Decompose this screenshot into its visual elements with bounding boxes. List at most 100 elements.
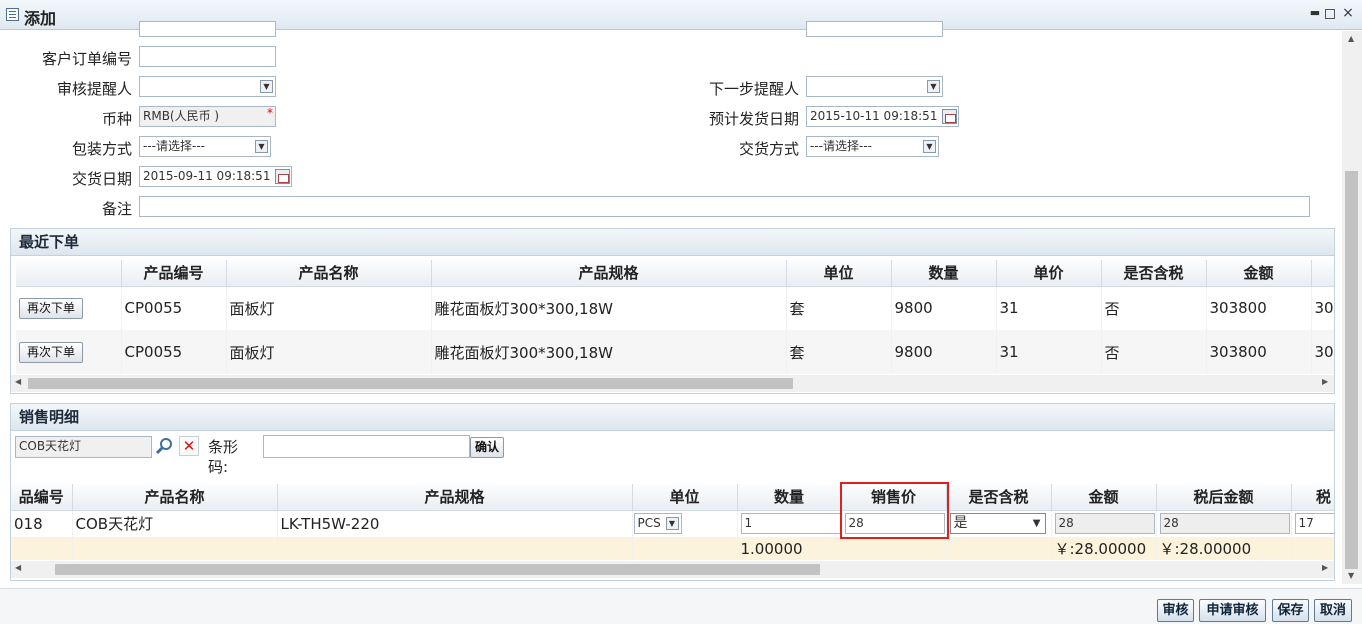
product-search-input[interactable]: COB天花灯	[15, 436, 152, 458]
minimize-icon[interactable]: ▬	[1308, 6, 1322, 20]
sales-hscrollbar[interactable]: ◀ ▶	[11, 561, 1334, 578]
column-header[interactable]: 数量	[891, 260, 997, 287]
save-button[interactable]: 保存	[1272, 599, 1309, 622]
cancel-button[interactable]: 取消	[1314, 599, 1352, 622]
summary-qty: 1.00000	[737, 537, 842, 560]
cell-unit: 套	[786, 286, 892, 330]
barcode-input[interactable]	[263, 435, 470, 458]
est-ship-label: 预计发货日期	[708, 110, 799, 128]
cust-order-input[interactable]	[139, 46, 276, 67]
column-header[interactable]: 单价	[996, 260, 1102, 287]
after-tax-field: 28	[1159, 513, 1290, 535]
calendar-icon[interactable]	[942, 109, 957, 124]
cell-extra: 30	[1311, 286, 1334, 330]
recent-orders-grid: 产品编号 产品名称 产品规格 单位 数量 单价 是否含税 金额 再次下单 CP0…	[16, 260, 1334, 375]
column-header[interactable]: 单位	[786, 260, 892, 287]
scroll-thumb[interactable]	[1345, 171, 1358, 569]
cell-price: 31	[996, 330, 1102, 374]
chevron-down-icon[interactable]: ▼	[255, 140, 268, 153]
delivery-date-input[interactable]: 2015-09-11 09:18:51	[139, 166, 292, 187]
column-header[interactable]: 产品名称	[226, 260, 432, 287]
column-header[interactable]: 税后金额	[1156, 484, 1292, 511]
scroll-right-icon[interactable]: ▶	[1322, 377, 1328, 386]
tax-select[interactable]: 是 ▼	[949, 513, 1046, 535]
table-header-row: 品编号 产品名称 产品规格 单位 数量 销售价 是否含税 金额 税后金额 税	[11, 484, 1334, 511]
recent-hscrollbar[interactable]: ◀ ▶	[11, 375, 1334, 392]
column-header[interactable]: 金额	[1051, 484, 1157, 511]
scroll-right-icon[interactable]: ▶	[1322, 563, 1328, 572]
cell-tax: 否	[1101, 330, 1207, 374]
clear-icon[interactable]: ✕	[179, 436, 199, 456]
chevron-down-icon[interactable]: ▼	[923, 140, 936, 153]
column-header[interactable]: 是否含税	[946, 484, 1052, 511]
column-header[interactable]: 数量	[737, 484, 842, 511]
qty-input[interactable]: 1	[740, 513, 840, 535]
recent-orders-table: 产品编号 产品名称 产品规格 单位 数量 单价 是否含税 金额 再次下单 CP0…	[16, 260, 1334, 374]
scroll-up-icon[interactable]: ▲	[1348, 34, 1354, 43]
packing-label: 包装方式	[71, 140, 132, 158]
action-bar: 审核 申请审核 保存 取消	[0, 588, 1362, 624]
amount-field: 28	[1054, 513, 1155, 535]
scroll-thumb[interactable]	[55, 564, 820, 575]
est-ship-input[interactable]: 2015-10-11 09:18:51	[806, 106, 959, 127]
reorder-button[interactable]: 再次下单	[19, 341, 84, 363]
scroll-down-icon[interactable]: ▼	[1348, 571, 1354, 580]
column-header[interactable]: 产品名称	[72, 484, 278, 511]
tax-rate-input[interactable]: 17	[1294, 513, 1334, 535]
apply-review-button[interactable]: 申请审核	[1199, 599, 1266, 622]
currency-field[interactable]: RMB(人民币 ) *	[139, 106, 276, 127]
table-row[interactable]: 再次下单 CP0055 面板灯 雕花面板灯300*300,18W 套 9800 …	[16, 330, 1334, 374]
cell-name: COB天花灯	[72, 510, 278, 537]
restore-icon[interactable]	[1325, 9, 1335, 19]
next-reminder-select[interactable]: ▼	[806, 76, 943, 97]
unit-select[interactable]: PCS ▼	[633, 513, 682, 535]
delivery-method-value: ---请选择---	[810, 139, 872, 153]
page-vscrollbar[interactable]: ▲ ▼	[1342, 31, 1362, 584]
recent-orders-title: 最近下单	[11, 229, 1334, 256]
chevron-down-icon[interactable]: ▼	[665, 517, 679, 531]
sales-detail-title: 销售明细	[11, 404, 1334, 431]
price-highlight-box	[840, 482, 949, 539]
window-title: 添加	[24, 9, 57, 28]
reorder-button[interactable]: 再次下单	[19, 297, 84, 319]
clipped-top-field[interactable]	[139, 21, 276, 37]
confirm-button[interactable]: 确认	[470, 437, 505, 458]
column-header[interactable]: 产品编号	[121, 260, 227, 287]
delivery-method-select[interactable]: ---请选择--- ▼	[806, 136, 939, 157]
search-icon[interactable]	[155, 436, 175, 456]
column-header[interactable]: 单位	[632, 484, 738, 511]
cell-spec: 雕花面板灯300*300,18W	[431, 330, 787, 374]
scroll-left-icon[interactable]: ◀	[15, 563, 21, 572]
cell-name: 面板灯	[226, 330, 432, 374]
summary-after-tax: ￥:28.00000	[1156, 537, 1292, 560]
chevron-down-icon[interactable]: ▼	[260, 80, 273, 93]
reviewer-select[interactable]: ▼	[139, 76, 276, 97]
packing-select[interactable]: ---请选择--- ▼	[139, 136, 271, 157]
est-ship-value: 2015-10-11 09:18:51	[810, 109, 938, 123]
delivery-date-label: 交货日期	[71, 170, 132, 188]
currency-value: RMB(人民币 )	[143, 109, 220, 123]
table-row[interactable]: 再次下单 CP0055 面板灯 雕花面板灯300*300,18W 套 9800 …	[16, 286, 1334, 330]
column-header[interactable]: 金额	[1206, 260, 1312, 287]
calendar-icon[interactable]	[275, 169, 290, 184]
chevron-down-icon[interactable]: ▼	[927, 80, 940, 93]
cell-price: 31	[996, 286, 1102, 330]
review-button[interactable]: 审核	[1157, 599, 1194, 622]
column-header[interactable]: 品编号	[11, 484, 73, 511]
column-header[interactable]: 产品规格	[431, 260, 787, 287]
column-header[interactable]: 是否含税	[1101, 260, 1207, 287]
cust-order-label: 客户订单编号	[41, 50, 132, 68]
table-row[interactable]: 018 COB天花灯 LK-TH5W-220 PCS ▼ 1 28 是 ▼ 28 2…	[11, 510, 1334, 537]
cell-qty: 9800	[891, 286, 997, 330]
close-icon[interactable]: ×	[1341, 6, 1355, 20]
remark-input[interactable]	[139, 196, 1310, 217]
tax-value: 是	[953, 515, 968, 532]
clipped-top-field-right[interactable]	[806, 21, 943, 37]
summary-amount: ￥:28.00000	[1051, 537, 1157, 560]
chevron-down-icon[interactable]: ▼	[1033, 514, 1041, 533]
column-header[interactable]: 税	[1291, 484, 1334, 511]
column-header[interactable]: 产品规格	[277, 484, 633, 511]
scroll-left-icon[interactable]: ◀	[15, 377, 21, 386]
scroll-thumb[interactable]	[28, 378, 793, 389]
cell-unit: 套	[786, 330, 892, 374]
